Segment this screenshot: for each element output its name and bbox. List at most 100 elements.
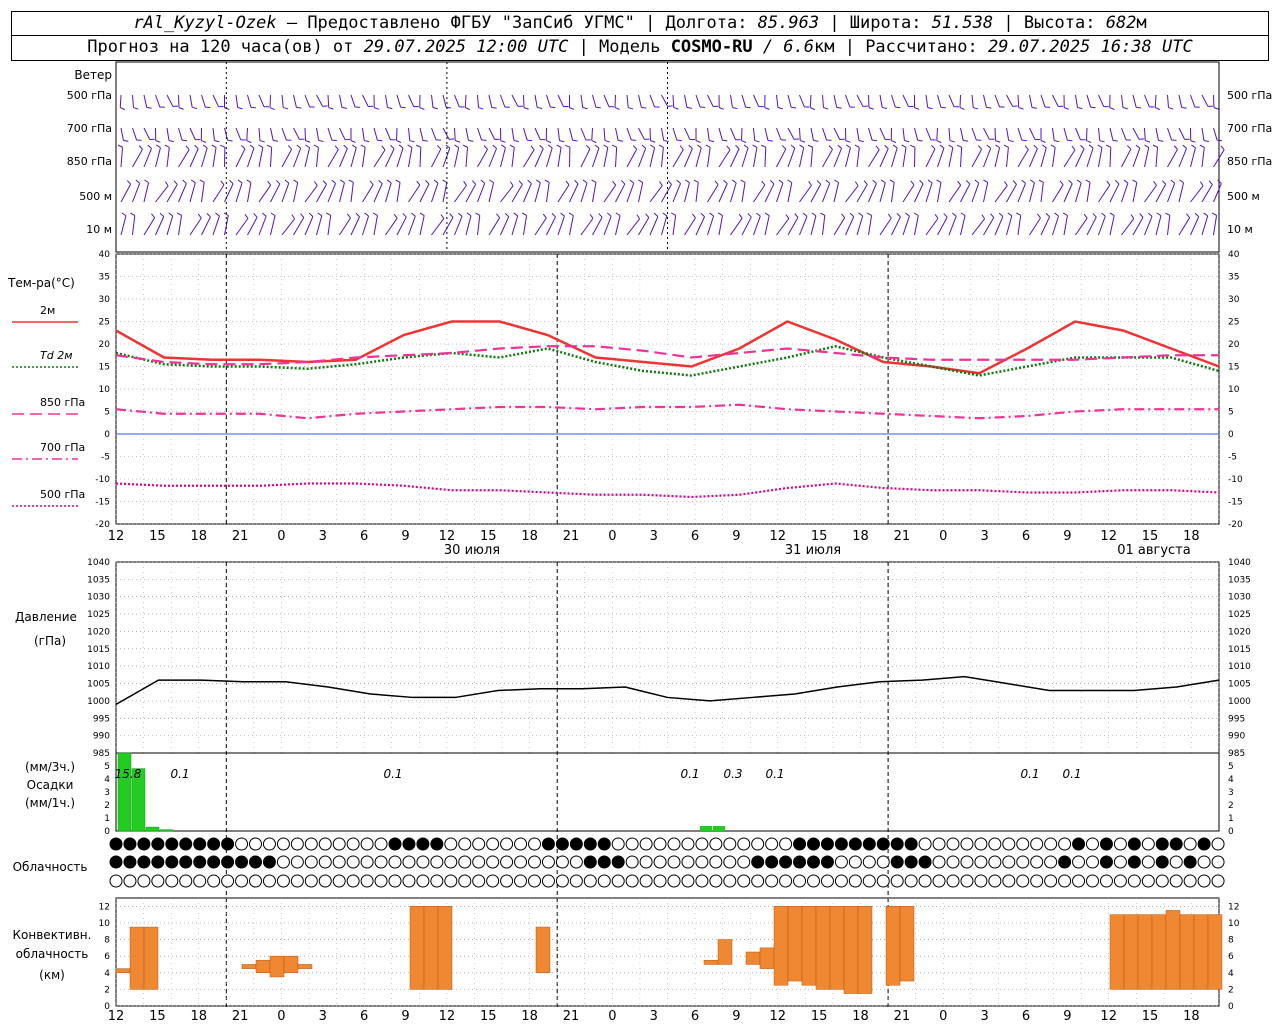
wind-barb-flag (628, 107, 634, 110)
wind-barb (1029, 94, 1033, 108)
wind-barb (120, 215, 127, 236)
temp-tick-label: 0 (1228, 430, 1234, 440)
wind-barb-flag (1152, 144, 1158, 148)
wind-barb (1086, 216, 1097, 236)
wind-barb-flag (1054, 212, 1059, 217)
wind-barb-flag (201, 140, 207, 143)
precip-label: 0.1 (383, 767, 402, 781)
wind-barb (707, 147, 711, 168)
cloud-symbol (918, 874, 932, 888)
wind-barb (580, 182, 588, 203)
wind-barb-flag (936, 140, 942, 144)
wind-barb (787, 94, 792, 108)
cloud-symbol (876, 855, 890, 869)
wind-barb-flag (120, 107, 126, 111)
wind-barb (925, 127, 932, 141)
wind-barb (948, 216, 957, 236)
wind-barb (119, 94, 122, 108)
wind-barb (626, 148, 638, 168)
cloud-symbol (793, 837, 807, 851)
wind-barb (615, 147, 618, 168)
cloud-symbol (486, 874, 500, 888)
wind-barb (316, 147, 319, 168)
pressure-tick-label-left: 985 (93, 749, 110, 759)
cloud-symbol (458, 837, 472, 851)
wind-barb-flag (612, 180, 617, 186)
wind-barb (166, 127, 170, 141)
cloud-symbol (890, 874, 904, 888)
wind-barb-flag (1071, 145, 1076, 151)
wind-barb (373, 127, 378, 141)
convective-bar (1193, 914, 1209, 990)
wind-barb (1155, 183, 1167, 203)
cloud-symbol (179, 837, 193, 851)
wind-barb-flag (673, 107, 679, 110)
pressure-tick-label-left: 1025 (87, 610, 110, 620)
hour-tick-label: 9 (401, 529, 409, 544)
cloud-symbol (918, 855, 932, 869)
wind-barb-flag (246, 140, 252, 144)
wind-barb (465, 127, 469, 141)
wind-barb (500, 216, 510, 236)
wind-barb-flag (781, 145, 787, 150)
wind-barb-flag (1168, 107, 1174, 110)
cloud-symbol (235, 874, 249, 888)
wind-barb (730, 182, 737, 203)
temp-series-line (115, 403, 1219, 420)
wind-barb (649, 185, 663, 203)
wind-barb-flag (671, 212, 676, 216)
wind-barb-flag (726, 145, 731, 151)
cloud-symbol (402, 837, 416, 851)
day-label: 01 августа (1117, 543, 1191, 558)
wind-barb-flag (949, 140, 955, 143)
wind-barb (879, 182, 886, 203)
wind-barb (454, 127, 456, 141)
cloud-symbol (541, 837, 555, 851)
wind-barb (868, 149, 880, 168)
wind-barb (442, 182, 448, 203)
wind-barb-flag (995, 140, 1001, 143)
wind-barb (477, 183, 486, 203)
hour-tick-label: 12 (770, 529, 787, 544)
wind-barb (833, 127, 841, 140)
pressure-tick-label: 1035 (1228, 575, 1251, 585)
wind-barb-flag (810, 107, 816, 111)
wind-barb (1144, 127, 1146, 141)
hour-tick-label: 18 (521, 529, 538, 544)
wind-barb (868, 215, 873, 236)
wind-barb-flag (1173, 145, 1178, 150)
wind-barb (247, 94, 252, 108)
wind-barb (971, 218, 986, 236)
cloud-symbol (1086, 874, 1099, 888)
wind-barb (891, 94, 896, 108)
wind-barb (396, 216, 407, 236)
precip-tick-label-left: 2 (104, 801, 110, 811)
wind-barb-flag (1155, 107, 1161, 111)
wind-barb (1017, 94, 1020, 108)
wind-barb (408, 184, 421, 203)
wind-barb (557, 215, 565, 236)
cloud-symbol (1086, 855, 1099, 869)
wind-barb (776, 182, 784, 203)
wind-barb (753, 184, 766, 203)
pressure-tick-label-left: 1005 (87, 680, 110, 690)
wind-barb (464, 94, 467, 108)
cloud-symbol (318, 874, 332, 888)
cloud-symbol (597, 874, 611, 888)
cloud-symbol (779, 874, 793, 888)
wind-barb (1109, 183, 1120, 203)
wind-barb (258, 127, 261, 141)
wind-barb (534, 94, 538, 108)
wind-barb (488, 217, 501, 236)
wind-barb-flag (813, 139, 819, 142)
wind-barb (1029, 127, 1036, 140)
temp-tick-label-left: 15 (99, 363, 110, 373)
wind-barb-flag (927, 107, 933, 110)
precip-label: 0.1 (680, 767, 699, 781)
temp-tick-label: 10 (1228, 385, 1240, 395)
temp-tick-label-left: 25 (99, 318, 110, 328)
cloud-symbol (807, 874, 820, 888)
wind-barb-flag (854, 181, 859, 187)
wind-barb (454, 185, 467, 203)
wind-barb (546, 147, 553, 168)
